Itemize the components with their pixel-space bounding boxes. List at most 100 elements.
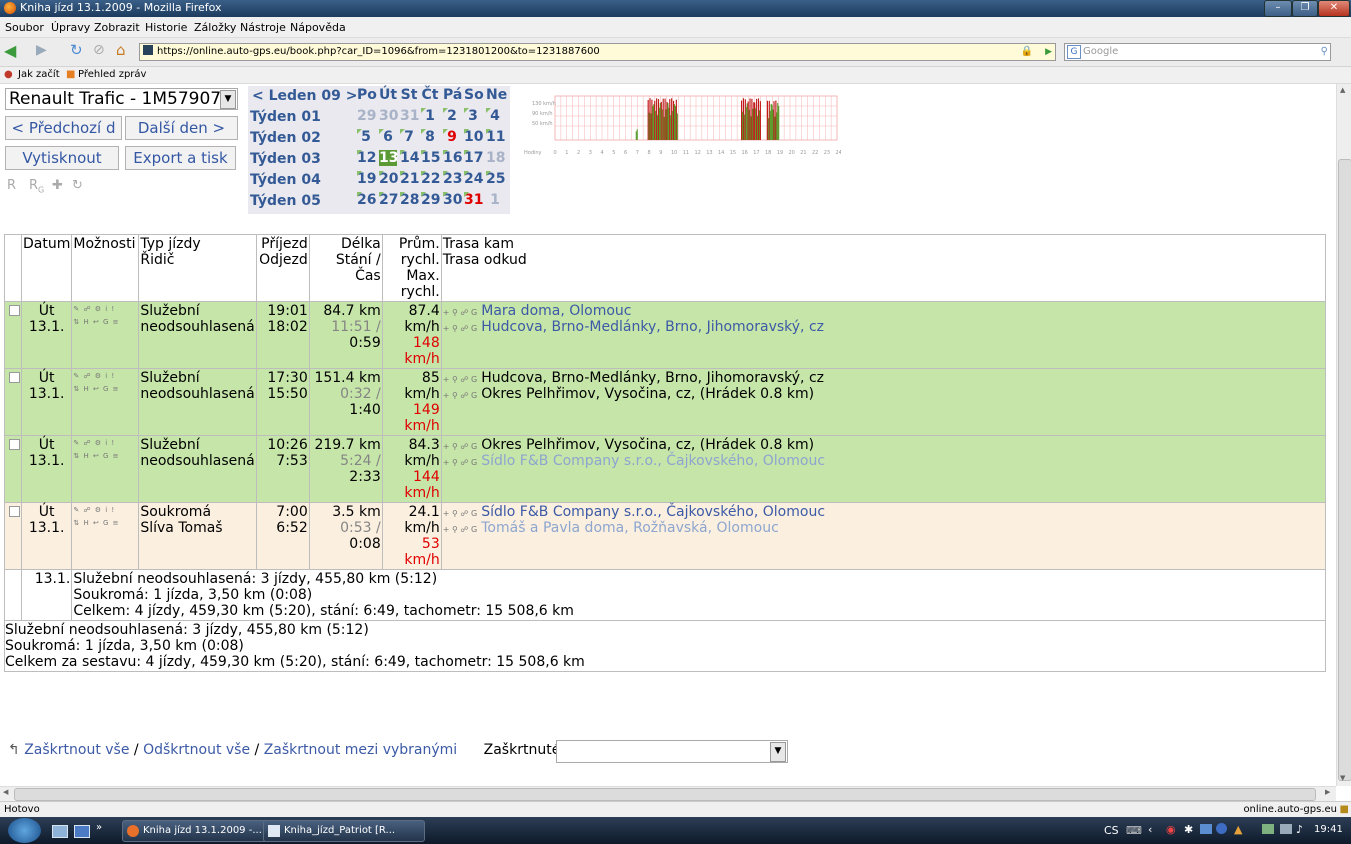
calendar-day[interactable]: 14 (400, 150, 419, 166)
checked-action-select[interactable]: ▼ (556, 740, 788, 763)
bookmark-prehled-zprav[interactable]: Přehled zpráv (78, 69, 146, 80)
options-icons-bottom[interactable]: ⇅ H ↩ G ≡ (73, 383, 137, 396)
tray-volume-icon[interactable]: ♪ (1296, 823, 1303, 836)
calendar-day[interactable]: 3 (464, 108, 482, 124)
week-label[interactable]: Týden 03 (250, 151, 321, 167)
route-to-link[interactable]: Okres Pelhřimov, Vysočina, cz, (Hrádek 0… (481, 437, 814, 453)
refresh-icon[interactable]: ↻ (72, 178, 83, 193)
table-row[interactable]: Út 13.1. ✎ ☍ ⚙ i ! ⇅ H ↩ G ≡ Služební neodsou… (4, 301, 1327, 369)
calendar-day[interactable]: 19 (357, 171, 376, 187)
route-from-link[interactable]: Okres Pelhřimov, Vysočina, cz, (Hrádek 0… (481, 386, 814, 402)
calendar-day[interactable]: 13 (379, 150, 398, 166)
rg-icon[interactable]: RG (29, 178, 44, 195)
calendar-day[interactable]: 15 (421, 150, 440, 166)
scroll-right-icon[interactable]: ▶ (1325, 788, 1330, 796)
route-to-link[interactable]: Sídlo F&B Company s.r.o., Čajkovského, O… (481, 504, 825, 520)
taskbar-item-document[interactable]: Kniha_jízd_Patriot [R... (263, 820, 425, 842)
menu-nastroje[interactable]: Nástroje (240, 21, 286, 34)
route-from-link[interactable]: Hudcova, Brno-Medlánky, Brno, Jihomoravs… (481, 319, 824, 335)
options-icons-top[interactable]: ✎ ☍ ⚙ i ! (73, 370, 137, 383)
print-button[interactable]: Vytisknout (5, 146, 119, 170)
row-checkbox[interactable] (9, 372, 20, 383)
language-indicator[interactable]: CS (1104, 824, 1119, 837)
options-icons-bottom[interactable]: ⇅ H ↩ G ≡ (73, 517, 137, 530)
tray-keyboard-icon[interactable]: ⌨ (1126, 824, 1142, 837)
menu-soubor[interactable]: Soubor (5, 21, 44, 34)
crosshair-icon[interactable]: ✚ (52, 178, 63, 193)
vertical-scroll-thumb[interactable] (1338, 159, 1351, 781)
calendar-day[interactable]: 17 (464, 150, 483, 166)
go-icon[interactable]: ▶ (1045, 44, 1052, 60)
trip-type[interactable]: Služební (140, 370, 254, 386)
calendar-day[interactable]: 7 (400, 129, 418, 145)
start-button[interactable] (8, 818, 41, 843)
menu-upravy[interactable]: Úpravy (51, 21, 90, 34)
table-row[interactable]: Út 13.1. ✎ ☍ ⚙ i ! ⇅ H ↩ G ≡ Služební neodsou… (4, 435, 1327, 503)
route-tools-icon[interactable]: + ⚲ ☍ G (443, 525, 478, 534)
scroll-left-icon[interactable]: ◀ (3, 788, 8, 796)
route-from-link[interactable]: Tomáš a Pavla doma, Rožňavská, Olomouc (481, 520, 779, 536)
driver[interactable]: Slíva Tomaš (140, 520, 254, 536)
calendar-day[interactable]: 29 (421, 192, 440, 208)
check-between-link[interactable]: Zaškrtnout mezi vybranými (264, 742, 457, 758)
stop-icon[interactable]: ⊘ (93, 42, 105, 58)
check-all-link[interactable]: Zaškrtnout vše (24, 742, 129, 758)
reload-icon[interactable]: ↻ (70, 41, 83, 59)
trip-type[interactable]: Soukromá (140, 504, 254, 520)
calendar-day[interactable]: 6 (379, 129, 397, 145)
table-row[interactable]: Út 13.1. ✎ ☍ ⚙ i ! ⇅ H ↩ G ≡ Služební neodsou… (4, 368, 1327, 436)
calendar-day[interactable]: 31 (464, 192, 483, 208)
route-tools-icon[interactable]: + ⚲ ☍ G (443, 308, 478, 317)
car-select[interactable]: Renault Trafic - 1M57907 ▼ (5, 88, 238, 110)
week-label[interactable]: Týden 04 (250, 172, 321, 188)
route-tools-icon[interactable]: + ⚲ ☍ G (443, 458, 478, 467)
options-icons-top[interactable]: ✎ ☍ ⚙ i ! (73, 437, 137, 450)
driver[interactable]: neodsouhlasená (140, 319, 254, 335)
calendar-day[interactable]: 29 (357, 108, 376, 124)
route-tools-icon[interactable]: + ⚲ ☍ G (443, 509, 478, 518)
row-checkbox[interactable] (9, 439, 20, 450)
route-tools-icon[interactable]: + ⚲ ☍ G (443, 375, 478, 384)
quicklaunch-icon[interactable] (74, 825, 90, 838)
options-icons-top[interactable]: ✎ ☍ ⚙ i ! (73, 303, 137, 316)
route-to-link[interactable]: Hudcova, Brno-Medlánky, Brno, Jihomoravs… (481, 370, 824, 386)
next-day-button[interactable]: Další den > (125, 116, 238, 140)
route-tools-icon[interactable]: + ⚲ ☍ G (443, 324, 478, 333)
month-nav[interactable]: < Leden 09 > (252, 88, 357, 104)
calendar-day[interactable]: 27 (379, 192, 398, 208)
route-to-link[interactable]: Mara doma, Olomouc (481, 303, 631, 319)
maximize-button[interactable]: ❐ (1292, 0, 1318, 17)
calendar-day[interactable]: 8 (421, 129, 439, 145)
calendar-day[interactable]: 21 (400, 171, 419, 187)
url-bar[interactable]: https://online.auto-gps.eu/book.php?car_… (139, 43, 1056, 61)
horizontal-scroll-thumb[interactable] (14, 788, 1316, 801)
calendar-day[interactable]: 5 (357, 129, 375, 145)
calendar-day[interactable]: 16 (443, 150, 462, 166)
search-icon[interactable]: ⚲ (1321, 44, 1328, 60)
week-label[interactable]: Týden 01 (250, 109, 321, 125)
calendar-day[interactable]: 10 (464, 129, 483, 145)
home-icon[interactable]: ⌂ (116, 41, 126, 59)
scroll-up-icon[interactable]: ▲ (1340, 86, 1345, 94)
tray-bluetooth-icon[interactable]: ✱ (1184, 823, 1193, 836)
tray-expand-icon[interactable]: ‹ (1148, 823, 1152, 836)
google-icon[interactable]: G (1067, 45, 1081, 59)
route-from-link[interactable]: Sídlo F&B Company s.r.o., Čajkovského, O… (481, 453, 825, 469)
horizontal-scrollbar[interactable]: ◀ ▶ (0, 786, 1336, 801)
row-checkbox[interactable] (9, 305, 20, 316)
tray-app-icon[interactable] (1216, 823, 1227, 834)
search-input[interactable]: G Google ⚲ (1064, 43, 1331, 61)
r-icon[interactable]: R (7, 178, 16, 193)
overflow-icon[interactable]: » (96, 822, 102, 833)
calendar-day[interactable]: 12 (357, 150, 376, 166)
calendar-day[interactable]: 9 (443, 129, 461, 145)
calendar-day[interactable]: 31 (400, 108, 419, 124)
close-window-button[interactable]: ✕ (1318, 0, 1350, 17)
driver[interactable]: neodsouhlasená (140, 386, 254, 402)
table-row[interactable]: Út 13.1. ✎ ☍ ⚙ i ! ⇅ H ↩ G ≡ Soukromá Slíva T… (4, 502, 1327, 570)
back-icon[interactable]: ◀ (4, 41, 16, 60)
tray-display-icon[interactable] (1280, 824, 1292, 834)
calendar-day[interactable]: 23 (443, 171, 462, 187)
calendar-day[interactable]: 28 (400, 192, 419, 208)
route-tools-icon[interactable]: + ⚲ ☍ G (443, 442, 478, 451)
